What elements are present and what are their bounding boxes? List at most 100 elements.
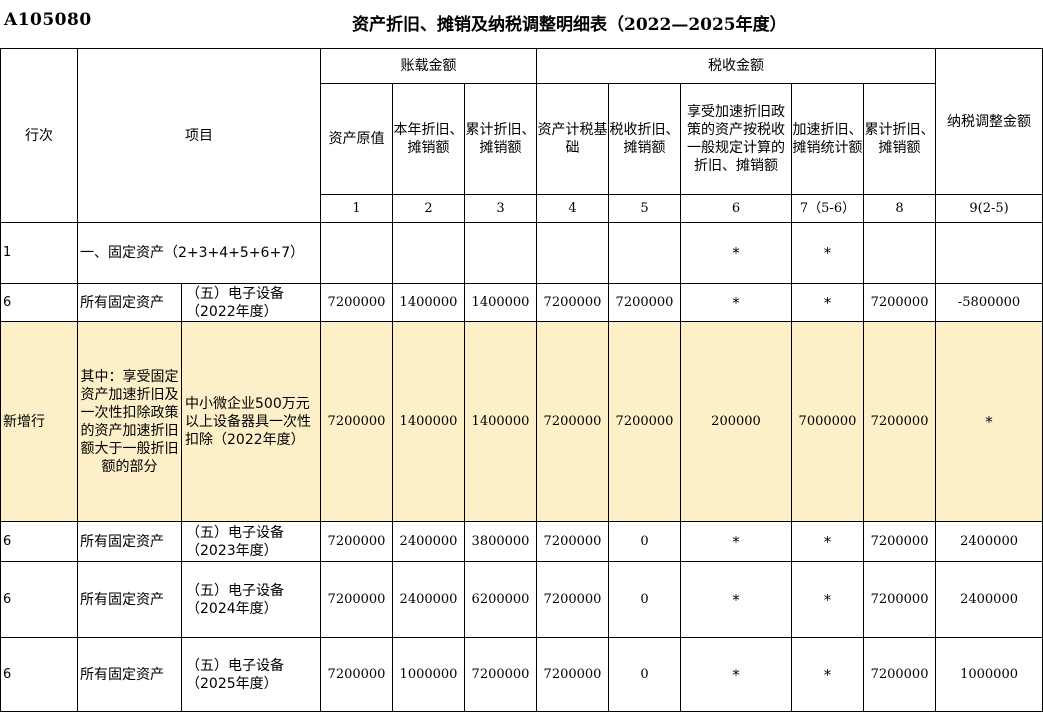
col-no-9: 9(2-5) (935, 194, 1043, 223)
row-number: 1 (0, 222, 78, 284)
header-row-no: 行次 (0, 48, 78, 223)
cell-tax-depreciation: 0 (608, 561, 681, 638)
cell-tax-depreciation: 0 (608, 521, 681, 562)
cell-original-value: 7200000 (320, 521, 393, 562)
row-item-category: 所有固定资产 (77, 521, 182, 562)
header-col-8: 累计折旧、摊销额 (862, 83, 937, 195)
col-no-3: 3 (464, 194, 537, 223)
cell-tax-depreciation: 7200000 (608, 321, 681, 522)
header-col-1: 资产原值 (320, 83, 393, 195)
cell-general-depreciation: * (680, 521, 792, 562)
header-item: 项目 (77, 48, 321, 223)
cell-tax-accumulated: 7200000 (862, 321, 937, 522)
cell-tax-depreciation: 7200000 (608, 283, 681, 322)
table-row: 6 所有固定资产 （五）电子设备（2024年度） 7200000 2400000… (0, 561, 1043, 638)
row-number: 新增行 (0, 321, 78, 522)
row-item: 一、固定资产（2+3+4+5+6+7） (77, 222, 321, 284)
cell-tax-depreciation (608, 222, 681, 284)
cell-tax-depreciation: 0 (608, 637, 681, 712)
col-no-1: 1 (320, 194, 393, 223)
header-col-4: 资产计税基础 (536, 83, 609, 195)
cell-tax-accumulated: 7200000 (862, 521, 937, 562)
cell-original-value: 7200000 (320, 321, 393, 522)
cell-tax-accumulated: 7200000 (862, 561, 937, 638)
cell-annual-depreciation (392, 222, 465, 284)
col-no-6: 6 (680, 194, 792, 223)
table-row: 6 所有固定资产 （五）电子设备（2025年度） 7200000 1000000… (0, 637, 1043, 712)
col-no-4: 4 (536, 194, 609, 223)
table-row-highlighted: 新增行 其中：享受固定资产加速折旧及一次性扣除政策的资产加速折旧额大于一般折旧额… (0, 321, 1043, 522)
cell-accumulated-depreciation: 3800000 (464, 521, 537, 562)
col-no-5: 5 (608, 194, 681, 223)
cell-original-value: 7200000 (320, 283, 393, 322)
cell-general-depreciation: * (680, 222, 792, 284)
row-number: 6 (0, 637, 78, 712)
cell-accelerated-stat: * (791, 561, 864, 638)
cell-tax-accumulated: 7200000 (862, 283, 937, 322)
row-item-subcategory: 中小微企业500万元以上设备器具一次性扣除（2022年度） (181, 321, 321, 522)
cell-tax-basis: 7200000 (536, 561, 609, 638)
header-book-amount: 账载金额 (320, 48, 537, 84)
row-number: 6 (0, 561, 78, 638)
cell-tax-adjustment: 2400000 (935, 521, 1043, 562)
cell-original-value (320, 222, 393, 284)
cell-accumulated-depreciation: 7200000 (464, 637, 537, 712)
depreciation-table: 行次 项目 账载金额 税收金额 纳税调整金额 资产原值 本年折旧、摊销额 累计折… (0, 48, 1043, 712)
cell-annual-depreciation: 2400000 (392, 561, 465, 638)
row-number: 6 (0, 283, 78, 322)
cell-tax-basis: 7200000 (536, 283, 609, 322)
header-col-2: 本年折旧、摊销额 (392, 83, 465, 195)
cell-tax-adjustment: 2400000 (935, 561, 1043, 638)
form-header: A105080 资产折旧、摊销及纳税调整明细表（2022—2025年度） (0, 0, 1043, 48)
cell-annual-depreciation: 1000000 (392, 637, 465, 712)
row-item-subcategory: （五）电子设备（2023年度） (181, 521, 321, 562)
header-col-5: 税收折旧、摊销额 (608, 83, 681, 195)
row-item-subcategory: （五）电子设备（2024年度） (181, 561, 321, 638)
cell-tax-basis: 7200000 (536, 321, 609, 522)
header-col-6: 享受加速折旧政策的资产按税收一般规定计算的折旧、摊销额 (680, 83, 792, 195)
cell-accelerated-stat: * (791, 283, 864, 322)
col-no-7: 7（5-6） (791, 194, 864, 223)
cell-accelerated-stat: 7000000 (791, 321, 864, 522)
cell-general-depreciation: * (680, 637, 792, 712)
cell-accumulated-depreciation: 1400000 (464, 321, 537, 522)
cell-accelerated-stat: * (791, 521, 864, 562)
cell-accumulated-depreciation (464, 222, 537, 284)
cell-general-depreciation: * (680, 283, 792, 322)
row-item-category: 所有固定资产 (77, 637, 182, 712)
cell-tax-adjustment: -5800000 (935, 283, 1043, 322)
table-row: 6 所有固定资产 （五）电子设备（2022年度） 7200000 1400000… (0, 283, 1043, 322)
cell-tax-adjustment (935, 222, 1043, 284)
cell-tax-adjustment: * (935, 321, 1043, 522)
cell-annual-depreciation: 2400000 (392, 521, 465, 562)
cell-original-value: 7200000 (320, 637, 393, 712)
header-tax-adjustment: 纳税调整金额 (935, 48, 1043, 195)
row-item-category: 所有固定资产 (77, 561, 182, 638)
col-no-8: 8 (862, 194, 937, 223)
table-row: 1 一、固定资产（2+3+4+5+6+7） * * (0, 222, 1043, 284)
cell-general-depreciation: 200000 (680, 321, 792, 522)
col-no-2: 2 (392, 194, 465, 223)
row-item-subcategory: （五）电子设备（2022年度） (181, 283, 321, 322)
cell-tax-basis: 7200000 (536, 637, 609, 712)
cell-original-value: 7200000 (320, 561, 393, 638)
cell-tax-basis (536, 222, 609, 284)
header-tax-amount: 税收金额 (535, 48, 937, 84)
cell-tax-accumulated: 7200000 (862, 637, 937, 712)
cell-general-depreciation: * (680, 561, 792, 638)
row-item-category: 其中：享受固定资产加速折旧及一次性扣除政策的资产加速折旧额大于一般折旧额的部分 (77, 321, 182, 522)
cell-accelerated-stat: * (791, 222, 864, 284)
cell-tax-accumulated (862, 222, 937, 284)
cell-accumulated-depreciation: 1400000 (464, 283, 537, 322)
header-col-7: 加速折旧、摊销统计额 (791, 83, 864, 195)
row-item-subcategory: （五）电子设备（2025年度） (181, 637, 321, 712)
row-number: 6 (0, 521, 78, 562)
cell-accumulated-depreciation: 6200000 (464, 561, 537, 638)
table-row: 6 所有固定资产 （五）电子设备（2023年度） 7200000 2400000… (0, 521, 1043, 562)
cell-annual-depreciation: 1400000 (392, 283, 465, 322)
header-col-3: 累计折旧、摊销额 (464, 83, 537, 195)
cell-annual-depreciation: 1400000 (392, 321, 465, 522)
form-title: 资产折旧、摊销及纳税调整明细表（2022—2025年度） (352, 15, 787, 35)
cell-tax-adjustment: 1000000 (935, 637, 1043, 712)
form-code: A105080 (4, 10, 92, 30)
